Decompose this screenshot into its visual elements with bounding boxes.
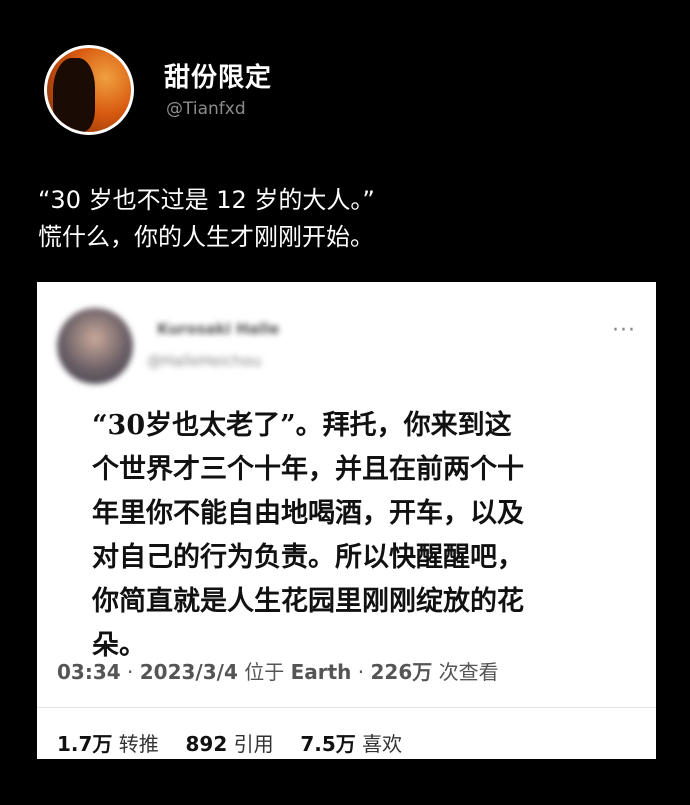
avatar-image xyxy=(47,48,131,132)
tweet-text-line: “30岁也太老了”。拜托，你来到这 xyxy=(92,410,512,441)
tweet-text-line: 对自己的行为负责。所以快醒醒吧， xyxy=(92,542,524,573)
retweets-count[interactable]: 1.7万 xyxy=(57,732,112,756)
avatar[interactable] xyxy=(44,45,134,135)
views-count: 226万 xyxy=(370,660,433,684)
likes-count[interactable]: 7.5万 xyxy=(300,732,355,756)
more-horizontal-icon[interactable]: ··· xyxy=(612,318,636,343)
quotes-label[interactable]: 引用 xyxy=(234,732,274,756)
caption-line: 慌什么，你的人生才刚刚开始。 xyxy=(38,223,374,251)
location-prefix: 位于 xyxy=(244,660,285,684)
user-handle[interactable]: @Tianfxd xyxy=(166,99,246,119)
quoted-tweet-screenshot: Kurosaki Halle @HalleHeichou ··· “30岁也太老… xyxy=(37,282,656,759)
quotes-count[interactable]: 892 xyxy=(186,732,228,756)
meta-separator: · xyxy=(127,660,134,684)
tweet-text-line: 个世界才三个十年，并且在前两个十 xyxy=(92,454,524,485)
quoted-display-name: Kurosaki Halle xyxy=(157,320,280,338)
quoted-handle: @HalleHeichou xyxy=(147,352,262,370)
caption-line: “30 岁也不过是 12 岁的大人。” xyxy=(38,186,375,214)
display-name[interactable]: 甜份限定 xyxy=(164,57,272,94)
tweet-text-line: 年里你不能自由地喝酒，开车，以及 xyxy=(92,498,524,529)
tweet-location: Earth xyxy=(290,660,352,684)
tweet-text-line: 你简直就是人生花园里刚刚绽放的花 xyxy=(92,586,524,617)
tweet-time[interactable]: 03:34 xyxy=(57,660,121,684)
tweet-date[interactable]: 2023/3/4 xyxy=(140,660,238,684)
likes-label[interactable]: 喜欢 xyxy=(362,732,402,756)
quoted-avatar xyxy=(57,308,133,384)
post-caption: “30 岁也不过是 12 岁的大人。” 慌什么，你的人生才刚刚开始。 xyxy=(38,182,375,256)
quoted-tweet-text: “30岁也太老了”。拜托，你来到这 个世界才三个十年，并且在前两个十 年里你不能… xyxy=(92,404,632,668)
divider xyxy=(37,707,656,708)
tweet-stats: 1.7万 转推 892 引用 7.5万 喜欢 xyxy=(57,728,402,757)
retweets-label[interactable]: 转推 xyxy=(119,732,159,756)
tweet-meta: 03:34 · 2023/3/4 位于 Earth · 226万 次查看 xyxy=(57,656,499,685)
views-label: 次查看 xyxy=(438,660,499,684)
meta-separator: · xyxy=(357,660,365,684)
